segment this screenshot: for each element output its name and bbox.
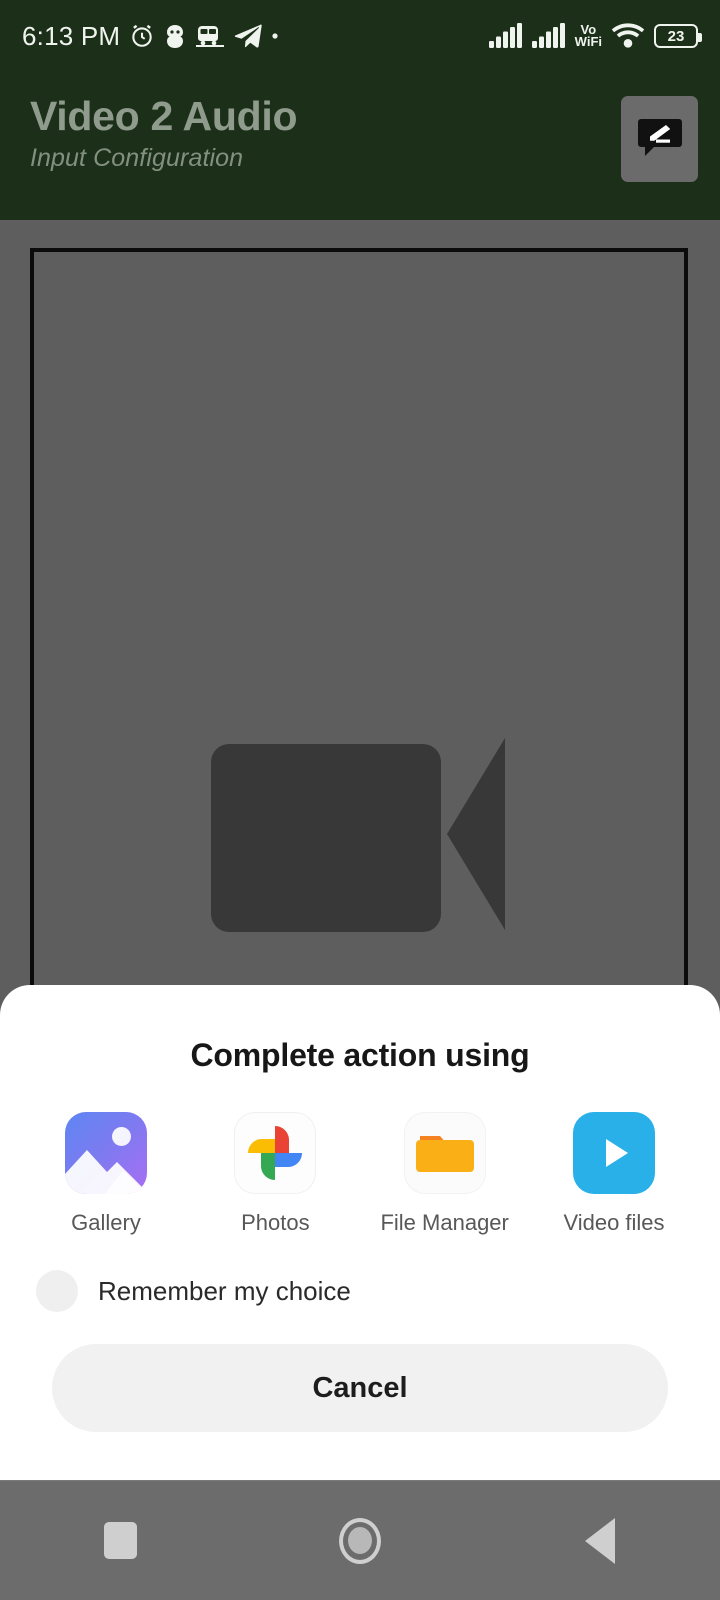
face-icon <box>164 24 186 48</box>
remember-checkbox[interactable] <box>36 1270 78 1312</box>
page-title: Video 2 Audio <box>30 93 298 139</box>
status-bar-left: 6:13 PM <box>22 21 279 52</box>
home-button[interactable] <box>300 1481 420 1600</box>
video-camera-icon <box>211 734 507 939</box>
app-chooser-sheet: Complete action using Gallery Photos Fil… <box>0 985 720 1480</box>
status-bar-right: Vo WiFi 23 <box>488 22 702 49</box>
feedback-icon <box>636 117 684 161</box>
app-label: Gallery <box>71 1210 141 1235</box>
telegram-icon <box>234 23 262 49</box>
remember-choice-row[interactable]: Remember my choice <box>0 1236 720 1312</box>
navigation-bar <box>0 1480 720 1600</box>
cancel-button-wrap: Cancel <box>0 1312 720 1432</box>
app-option-photos[interactable]: Photos <box>225 1112 325 1236</box>
app-option-video-files[interactable]: Video files <box>563 1112 665 1236</box>
folder-icon <box>403 1112 486 1194</box>
vowifi-label: Vo WiFi <box>574 22 602 49</box>
gallery-icon <box>65 1112 147 1194</box>
train-icon <box>195 23 225 49</box>
app-option-file-manager[interactable]: File Manager <box>380 1112 509 1236</box>
triangle-left-icon <box>585 1517 615 1564</box>
alarm-clock-icon <box>129 23 155 49</box>
phone-screen: 6:13 PM Vo WiFi 23 Video 2 Audio Input C… <box>0 0 720 1600</box>
battery-icon: 23 <box>654 24 702 48</box>
feedback-button[interactable] <box>621 96 698 182</box>
recents-button[interactable] <box>60 1481 180 1600</box>
circle-icon <box>339 1517 381 1564</box>
play-icon <box>572 1112 655 1194</box>
status-time: 6:13 PM <box>22 20 121 51</box>
app-option-gallery[interactable]: Gallery <box>56 1112 156 1236</box>
dot-icon <box>271 32 279 40</box>
sheet-title: Complete action using <box>190 1037 530 1073</box>
google-photos-icon <box>234 1112 317 1194</box>
app-label: Photos <box>241 1210 310 1235</box>
signal-bars-sim2-icon <box>531 23 566 49</box>
app-header: Video 2 Audio Input Configuration <box>0 72 720 220</box>
app-label: Video files <box>563 1210 665 1235</box>
signal-bars-sim1-icon <box>488 23 523 49</box>
battery-level: 23 <box>667 27 685 45</box>
page-subtitle: Input Configuration <box>30 143 244 172</box>
vowifi-bottom: WiFi <box>574 34 602 49</box>
app-label: File Manager <box>380 1210 509 1235</box>
remember-label: Remember my choice <box>98 1275 351 1306</box>
app-header-titles: Video 2 Audio Input Configuration <box>30 88 297 173</box>
square-icon <box>103 1522 137 1559</box>
back-button[interactable] <box>540 1481 660 1600</box>
cancel-button[interactable]: Cancel <box>52 1344 668 1432</box>
status-bar: 6:13 PM Vo WiFi 23 <box>0 0 720 72</box>
wifi-icon <box>611 23 645 49</box>
app-list: Gallery Photos File Manager Video files <box>0 1074 720 1236</box>
